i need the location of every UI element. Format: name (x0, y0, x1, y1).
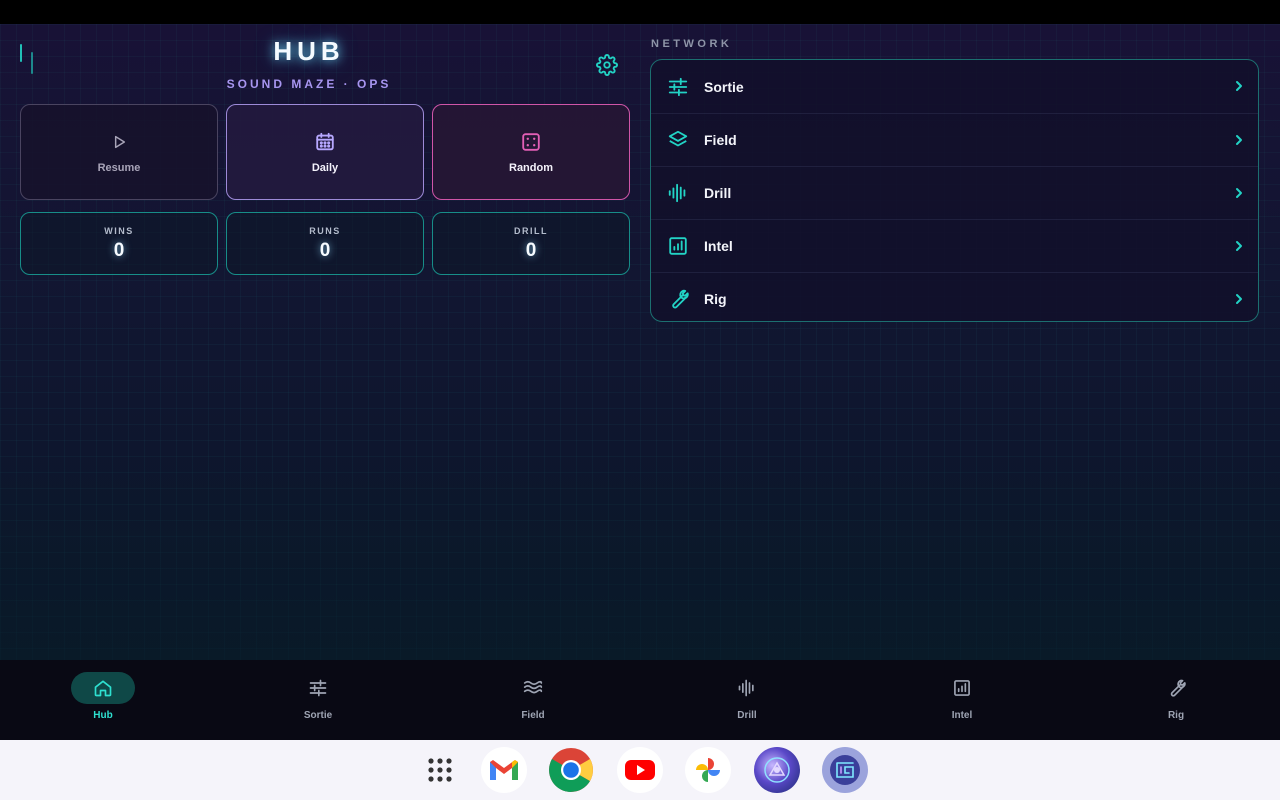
page-title: HUB (273, 36, 345, 66)
settings-button[interactable] (594, 52, 620, 78)
network-item-intel[interactable]: Intel (651, 219, 1258, 272)
network-item-sortie[interactable]: Sortie (651, 60, 1258, 113)
bar-chart-icon (669, 237, 687, 255)
resume-label: Resume (97, 162, 141, 174)
network-heading: NETWORK (651, 38, 733, 50)
youtube-app-button[interactable] (617, 747, 663, 793)
random-button[interactable]: Random (432, 104, 630, 200)
chrome-app-button[interactable] (548, 747, 594, 793)
app-drawer-button[interactable] (417, 747, 463, 793)
nav-tab-hub[interactable]: Hub (48, 672, 158, 732)
game-app-button[interactable] (754, 747, 800, 793)
wrench-icon (672, 289, 689, 309)
nav-tab-sortie[interactable]: Sortie (263, 672, 373, 732)
photos-icon (696, 758, 720, 782)
waves-icon (523, 680, 543, 694)
nav-tab-rig[interactable]: Rig (1121, 672, 1231, 732)
youtube-icon (625, 760, 655, 780)
gmail-icon (490, 760, 518, 780)
runs-stat: RUNS 0 (226, 212, 424, 275)
sliders-icon (309, 679, 327, 697)
nav-tab-intel[interactable]: Intel (907, 672, 1017, 732)
network-item-label: Intel (704, 238, 733, 254)
nav-tab-label: Drill (737, 710, 757, 721)
drill-label: DRILL (514, 225, 548, 236)
random-label: Random (509, 162, 553, 174)
gear-icon (596, 54, 618, 76)
wrench-icon (1170, 679, 1186, 697)
layers-icon (668, 130, 688, 147)
system-taskbar (0, 740, 1280, 800)
play-icon (114, 135, 126, 149)
hub-screen: HUB SOUND MAZE · OPS Resume Daily Random… (0, 24, 1280, 660)
photos-app-button[interactable] (685, 747, 731, 793)
drill-value: 0 (525, 239, 537, 261)
runs-label: RUNS (309, 225, 341, 236)
network-item-drill[interactable]: Drill (651, 166, 1258, 219)
bottom-nav: Hub Sortie Field Drill Intel Rig (0, 660, 1280, 740)
app-drawer-icon (428, 758, 452, 782)
nav-tab-drill[interactable]: Drill (692, 672, 802, 732)
nav-tab-label: Hub (93, 710, 113, 721)
waveform-icon (668, 183, 686, 203)
chevron-right-icon (1236, 294, 1242, 304)
chevron-right-icon (1236, 135, 1242, 145)
network-item-label: Sortie (704, 78, 744, 95)
maze-app-icon (830, 755, 860, 785)
nav-tab-field[interactable]: Field (478, 672, 588, 732)
chevron-right-icon (1236, 188, 1242, 198)
nav-tab-label: Intel (951, 710, 973, 721)
network-item-label: Field (704, 132, 737, 148)
nav-tab-label: Rig (1167, 710, 1185, 721)
chevron-right-icon (1236, 81, 1242, 91)
wins-label: WINS (104, 225, 134, 236)
page-subtitle: SOUND MAZE · OPS (226, 77, 392, 91)
wins-value: 0 (113, 239, 125, 261)
resume-button[interactable]: Resume (20, 104, 218, 200)
runs-value: 0 (319, 239, 331, 261)
drill-stat: DRILL 0 (432, 212, 630, 275)
nav-tab-label: Sortie (303, 710, 333, 721)
game-app-icon (764, 757, 790, 783)
daily-label: Daily (311, 162, 339, 174)
bar-chart-icon (954, 680, 970, 696)
waveform-icon (738, 679, 754, 697)
wins-stat: WINS 0 (20, 212, 218, 275)
home-icon (94, 680, 112, 697)
dice-icon (522, 133, 540, 151)
daily-button[interactable]: Daily (226, 104, 424, 200)
chevron-right-icon (1236, 241, 1242, 251)
network-panel: Sortie Field Drill Intel Rig (650, 59, 1259, 322)
network-item-rig[interactable]: Rig (651, 272, 1258, 321)
maze-app-button[interactable] (822, 747, 868, 793)
network-item-label: Rig (704, 291, 727, 307)
status-bar (0, 0, 1280, 24)
gmail-app-button[interactable] (481, 747, 527, 793)
chrome-icon (549, 748, 593, 792)
network-item-label: Drill (704, 185, 732, 201)
horizon-glow (0, 444, 1280, 660)
nav-tab-label: Field (521, 710, 545, 721)
calendar-icon (316, 132, 334, 151)
sliders-icon (668, 77, 688, 96)
network-item-field[interactable]: Field (651, 113, 1258, 166)
